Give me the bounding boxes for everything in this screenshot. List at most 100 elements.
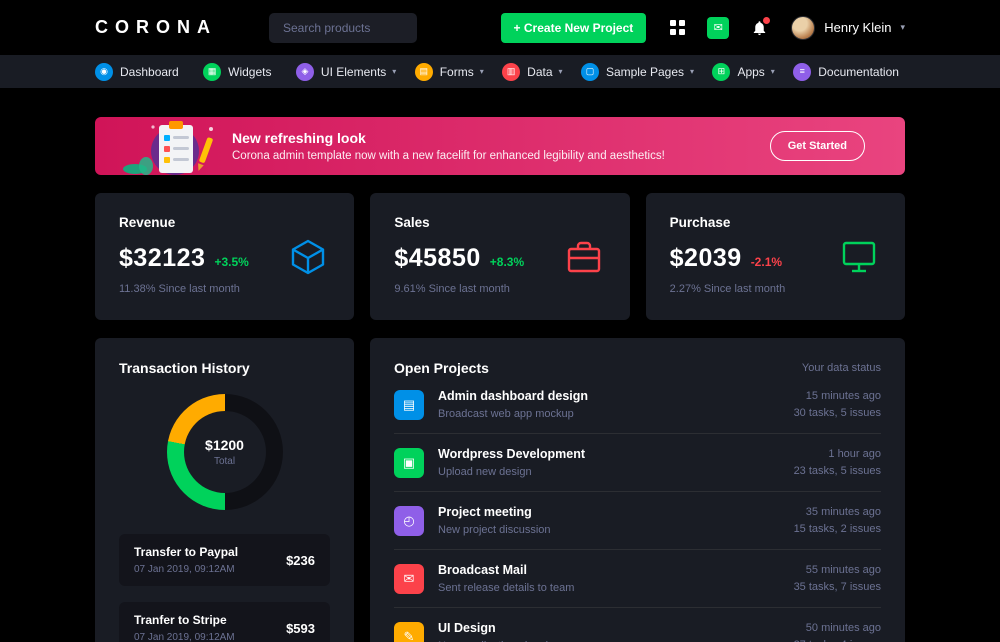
transaction-row: Transfer to Paypal 07 Jan 2019, 09:12AM … <box>119 534 330 586</box>
revenue-card: Revenue $32123 +3.5% 11.38% Since last m… <box>95 193 355 320</box>
menu-item-data[interactable]: ▥ Data ▾ <box>502 62 563 81</box>
widgets-icon: ▦ <box>203 62 222 81</box>
transaction-history-card: Transaction History $1200 Total Transfer… <box>95 338 354 642</box>
search-input[interactable] <box>269 12 417 43</box>
banner-illustration <box>123 121 213 175</box>
menu-item-forms[interactable]: ▤ Forms ▾ <box>414 62 484 81</box>
menu-item-apps[interactable]: ⊞ Apps ▾ <box>712 62 775 81</box>
sales-card: Sales $45850 +8.3% 9.61% Since last mont… <box>370 193 630 320</box>
project-meta: 30 tasks, 5 issues <box>793 407 881 419</box>
menu-item-documentation[interactable]: ≡ Documentation <box>793 62 905 81</box>
menu-label: Documentation <box>818 64 899 79</box>
menu-item-widgets[interactable]: ▦ Widgets <box>203 62 277 81</box>
stat-title: Revenue <box>119 215 176 230</box>
file-icon: ▤ <box>394 389 424 420</box>
chevron-down-icon: ▾ <box>690 67 695 76</box>
menu-label: Data <box>527 64 553 79</box>
open-projects-title: Open Projects <box>394 360 489 376</box>
menu-item-sample-pages[interactable]: ▢ Sample Pages ▾ <box>580 62 695 81</box>
menu-item-ui-elements[interactable]: ◈ UI Elements ▾ <box>295 62 397 81</box>
briefcase-icon <box>564 237 604 282</box>
banner-title: New refreshing look <box>232 130 366 146</box>
chevron-down-icon: ▾ <box>392 67 397 76</box>
menu-item-dashboard[interactable]: ◉ Dashboard <box>95 62 185 81</box>
bell-icon[interactable] <box>751 16 771 37</box>
project-time: 1 hour ago <box>828 448 881 460</box>
data-status-label: Your data status <box>801 362 881 374</box>
purchase-card: Purchase $2039 -2.1% 2.27% Since last mo… <box>645 193 905 320</box>
chevron-down-icon: ▾ <box>900 22 905 32</box>
transaction-row: Tranfer to Stripe 07 Jan 2019, 09:12AM $… <box>119 602 330 642</box>
project-time: 55 minutes ago <box>805 564 881 576</box>
project-time: 15 minutes ago <box>805 390 881 402</box>
chevron-down-icon: ▾ <box>479 67 484 76</box>
brand-logo: CORONA <box>95 17 217 37</box>
stat-delta: +8.3% <box>489 255 525 269</box>
stat-note: 2.27% Since last month <box>669 283 786 295</box>
user-menu[interactable]: Henry Klein ▾ <box>791 15 905 40</box>
transaction-amount: $236 <box>286 552 315 568</box>
banner-subtitle: Corona admin template now with a new fac… <box>232 150 665 162</box>
avatar <box>791 15 816 40</box>
chevron-down-icon: ▾ <box>558 67 563 76</box>
get-started-button[interactable]: Get Started <box>769 131 865 161</box>
project-subtitle: New project discussion <box>438 524 551 536</box>
stat-delta: -2.1% <box>750 255 783 269</box>
project-time: 50 minutes ago <box>805 622 881 634</box>
menu-label: Apps <box>737 64 765 79</box>
project-subtitle: Upload new design <box>438 466 532 478</box>
stat-note: 9.61% Since last month <box>394 283 510 295</box>
project-meta: 23 tasks, 5 issues <box>793 465 881 477</box>
menu-label: Dashboard <box>120 64 179 79</box>
transaction-label: Transfer to Paypal <box>134 545 239 559</box>
main-menu-bar: ◉ Dashboard ▦ Widgets ◈ UI Elements ▾ ▤ … <box>0 55 1000 88</box>
image-icon: ▣ <box>394 447 424 478</box>
envelope-glyph: ✉ <box>713 22 723 34</box>
project-row: ✎ UI Design New application planning 50 … <box>394 608 881 642</box>
chart-icon: ▥ <box>502 62 521 81</box>
apps-grid-icon[interactable] <box>670 20 686 35</box>
project-row: ▣ Wordpress Development Upload new desig… <box>394 434 881 492</box>
project-title: Wordpress Development <box>438 447 586 461</box>
mail-icon[interactable]: ✉ <box>707 16 730 39</box>
stat-note: 11.38% Since last month <box>119 283 240 295</box>
project-title: UI Design <box>438 621 496 635</box>
project-subtitle: Sent release details to team <box>438 582 575 594</box>
transaction-donut-chart: $1200 Total <box>166 394 283 510</box>
speedometer-icon: ◉ <box>95 62 113 81</box>
stat-value: $2039 <box>669 244 742 272</box>
donut-center-value: $1200 <box>205 437 244 453</box>
project-row: ✉ Broadcast Mail Sent release details to… <box>394 550 881 608</box>
topbar: CORONA + Create New Project ✉ Henry Klei… <box>0 0 1000 55</box>
monitor-icon <box>839 237 879 282</box>
project-title: Admin dashboard design <box>438 389 589 403</box>
project-time: 35 minutes ago <box>805 506 881 518</box>
transaction-date: 07 Jan 2019, 09:12AM <box>134 564 235 575</box>
menu-label: UI Elements <box>320 64 387 79</box>
stat-title: Purchase <box>669 215 731 230</box>
project-title: Project meeting <box>438 505 532 519</box>
open-projects-card: Open Projects Your data status ▤ Admin d… <box>370 338 905 642</box>
donut-center-label: Total <box>213 456 236 467</box>
stat-title: Sales <box>394 215 430 230</box>
stat-value: $45850 <box>394 244 481 272</box>
pencil-icon: ✎ <box>394 621 424 642</box>
mail-icon: ✉ <box>394 563 424 594</box>
document-icon: ≡ <box>793 62 812 81</box>
menu-label: Sample Pages <box>605 64 684 79</box>
pages-icon: ▢ <box>580 62 599 81</box>
menu-label: Forms <box>439 64 474 79</box>
form-icon: ▤ <box>414 62 433 81</box>
layers-icon: ◈ <box>295 62 314 81</box>
project-title: Broadcast Mail <box>438 563 527 577</box>
create-new-project-button[interactable]: + Create New Project <box>500 12 647 43</box>
notification-dot <box>763 16 771 24</box>
clock-icon: ◴ <box>394 505 424 536</box>
project-meta: 35 tasks, 7 issues <box>793 581 881 593</box>
transaction-amount: $593 <box>286 620 315 636</box>
announcement-banner: New refreshing look Corona admin templat… <box>95 117 905 175</box>
project-meta: 15 tasks, 2 issues <box>793 523 881 535</box>
apps-icon: ⊞ <box>712 62 731 81</box>
user-name: Henry Klein <box>824 20 892 35</box>
stat-delta: +3.5% <box>214 255 249 269</box>
